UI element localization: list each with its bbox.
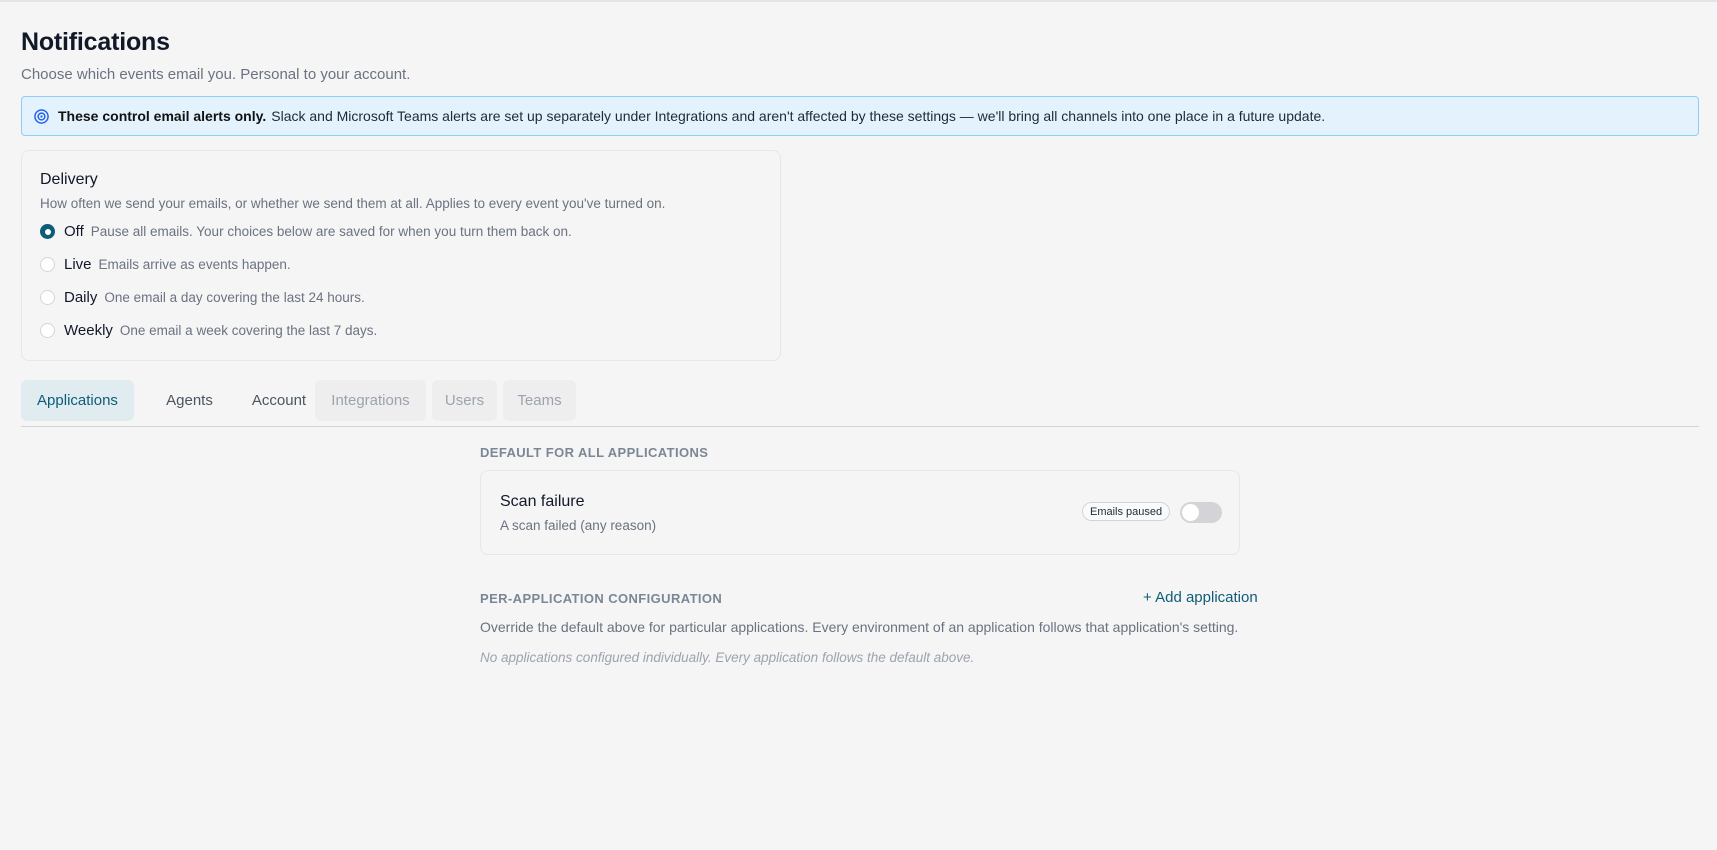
radio-live[interactable] — [40, 257, 55, 272]
per-app-section-label: PER-APPLICATION CONFIGURATION — [480, 591, 723, 606]
tab-agents[interactable]: Agents — [143, 380, 236, 421]
radio-label: Off — [64, 223, 84, 240]
radio-label: Weekly — [64, 322, 113, 339]
radio-off[interactable] — [40, 224, 55, 239]
info-circle-icon — [34, 108, 49, 124]
emails-paused-badge: Emails paused — [1082, 502, 1171, 521]
event-description: A scan failed (any reason) — [500, 518, 657, 533]
tab-applications[interactable]: Applications — [21, 380, 134, 421]
radio-daily[interactable] — [40, 290, 55, 305]
delivery-option-live[interactable]: Live Emails arrive as events happen. — [40, 256, 291, 273]
radio-hint: One email a week covering the last 7 day… — [119, 323, 378, 338]
toggle-knob — [1182, 504, 1199, 521]
radio-hint: Emails arrive as events happen. — [98, 257, 291, 272]
radio-weekly[interactable] — [40, 323, 55, 338]
delivery-option-off[interactable]: Off Pause all emails. Your choices below… — [40, 223, 572, 240]
banner-text: Slack and Microsoft Teams alerts are set… — [271, 108, 1326, 124]
radio-hint: One email a day covering the last 24 hou… — [104, 290, 365, 305]
add-application-link[interactable]: + Add application — [1143, 589, 1258, 606]
event-card-scan-failure: Scan failure A scan failed (any reason) … — [480, 470, 1240, 555]
tab-teams: Teams — [503, 380, 576, 421]
per-app-description: Override the default above for particula… — [480, 619, 1239, 635]
radio-label: Daily — [64, 289, 98, 306]
delivery-card: Delivery How often we send your emails, … — [21, 150, 781, 361]
page-title: Notifications — [21, 28, 170, 56]
page-subtitle: Choose which events email you. Personal … — [21, 66, 411, 83]
delivery-title: Delivery — [40, 171, 98, 188]
info-banner: These control email alerts only. Slack a… — [21, 96, 1699, 136]
radio-hint: Pause all emails. Your choices below are… — [90, 224, 572, 239]
tab-users: Users — [432, 380, 497, 421]
delivery-description: How often we send your emails, or whethe… — [40, 196, 666, 211]
radio-label: Live — [64, 256, 92, 273]
category-tabs: Applications Agents Account Integrations… — [21, 380, 1699, 427]
delivery-option-weekly[interactable]: Weekly One email a week covering the las… — [40, 322, 377, 339]
event-title: Scan failure — [500, 493, 585, 510]
default-section-label: DEFAULT FOR ALL APPLICATIONS — [480, 445, 709, 460]
tab-integrations: Integrations — [315, 380, 426, 421]
per-app-empty-note: No applications configured individually.… — [480, 650, 975, 665]
banner-bold-text: These control email alerts only. — [58, 108, 267, 124]
delivery-option-daily[interactable]: Daily One email a day covering the last … — [40, 289, 365, 306]
tab-account[interactable]: Account — [234, 380, 324, 421]
scan-failure-toggle[interactable] — [1180, 502, 1222, 523]
